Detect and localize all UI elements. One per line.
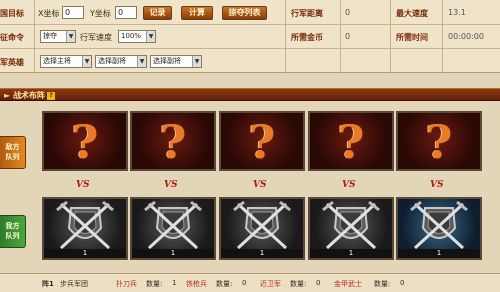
col-divider	[285, 0, 286, 73]
command-label: 征命令	[0, 33, 24, 42]
formation-label: 阵1	[42, 280, 54, 288]
enemy-slot-2[interactable]: ?	[130, 111, 216, 171]
x-coord-input[interactable]: 0	[62, 6, 84, 19]
march-form-panel: 国目标 X坐标 0 Y坐标 0 记录 计算 掠夺列表 行军距离 0 最大速度 1…	[0, 0, 500, 73]
vs-label: VS	[430, 180, 444, 190]
y-coord-input[interactable]: 0	[115, 6, 137, 19]
tactics-section-header: ► 战术布阵?	[0, 88, 500, 101]
my-slot-5[interactable]: 1	[396, 197, 482, 260]
required-time-label: 所需时间	[396, 33, 428, 42]
required-time-value: 00:00:00	[448, 32, 484, 41]
formation-name: 步兵军团	[60, 280, 88, 288]
crossed-swords-shield-icon	[310, 200, 392, 252]
march-speed-label: 行军速度	[80, 33, 112, 42]
march-distance-label: 行军距离	[291, 9, 323, 18]
chevron-down-icon: ▼	[82, 56, 91, 67]
slot-level: 1	[132, 249, 214, 258]
slot-level: 1	[221, 249, 303, 258]
question-mark-icon: ?	[425, 115, 453, 169]
unit-name: 铁枪兵	[186, 280, 207, 288]
my-slot-1[interactable]: 1	[42, 197, 128, 260]
y-coord-label: Y坐标	[90, 9, 111, 18]
enemy-tag-line1: 敌方	[5, 143, 20, 151]
main-general-select[interactable]: 选择主将 ▼	[40, 55, 92, 68]
unit-name: 扑刀兵	[116, 280, 137, 288]
unit-name: 近卫军	[260, 280, 281, 288]
formation-summary-bar: 阵1 步兵军团 扑刀兵 数量: 1 铁枪兵 数量: 0 近卫军 数量: 0 金甲…	[0, 273, 500, 292]
unit-count-label: 数量:	[216, 280, 233, 288]
enemy-slot-3[interactable]: ?	[219, 111, 305, 171]
march-speed-value: 100%	[121, 32, 142, 40]
hero-label: 军英雄	[0, 58, 24, 67]
question-mark-icon: ?	[337, 115, 365, 169]
slot-level: 1	[398, 249, 480, 258]
row-divider	[0, 48, 500, 49]
deputy-general-value: 选择副将	[98, 57, 126, 65]
march-speed-select[interactable]: 100% ▼	[118, 30, 156, 43]
enemy-slot-4[interactable]: ?	[308, 111, 394, 171]
max-speed-value: 13.1	[448, 8, 466, 17]
march-distance-value: 0	[345, 8, 351, 17]
enemy-tag-line2: 队列	[5, 153, 20, 161]
deputy-general-select-1[interactable]: 选择副将 ▼	[95, 55, 147, 68]
main-general-value: 选择主将	[43, 57, 71, 65]
col-divider	[442, 0, 443, 73]
calculate-button[interactable]: 计算	[181, 6, 213, 20]
vs-label: VS	[253, 180, 267, 190]
command-select[interactable]: 掠夺 ▼	[40, 30, 76, 43]
x-coord-label: X坐标	[38, 9, 60, 18]
record-button[interactable]: 记录	[143, 6, 172, 20]
required-gold-label: 所需金币	[291, 33, 323, 42]
col-divider	[340, 0, 341, 73]
my-tag-line2: 队列	[5, 232, 20, 240]
unit-count-label: 数量:	[146, 280, 163, 288]
deputy-general-value: 选择副将	[153, 57, 181, 65]
row-divider	[0, 24, 500, 25]
unit-count-label: 数量:	[374, 280, 391, 288]
my-tag-line1: 我方	[5, 222, 20, 230]
crossed-swords-shield-icon	[398, 200, 480, 252]
section-title: ► 战术布阵?	[4, 90, 55, 101]
unit-count: 1	[172, 279, 177, 287]
slot-level: 1	[310, 249, 392, 258]
unit-count: 0	[400, 279, 405, 287]
unit-count-label: 数量:	[290, 280, 307, 288]
crossed-swords-shield-icon	[221, 200, 303, 252]
unit-name: 金甲武士	[334, 280, 362, 288]
required-gold-value: 0	[345, 32, 351, 41]
max-speed-label: 最大速度	[396, 9, 428, 18]
col-divider	[34, 0, 35, 73]
crossed-swords-shield-icon	[132, 200, 214, 252]
target-label: 国目标	[0, 9, 24, 18]
vs-label: VS	[76, 180, 90, 190]
unit-count: 0	[242, 279, 247, 287]
vs-label: VS	[342, 180, 356, 190]
chevron-down-icon: ▼	[137, 56, 146, 67]
my-slot-4[interactable]: 1	[308, 197, 394, 260]
col-divider	[390, 0, 391, 73]
my-queue-tag: 我方 队列	[0, 215, 26, 248]
chevron-down-icon: ▼	[146, 31, 155, 42]
chevron-down-icon: ▼	[192, 56, 201, 67]
command-select-value: 掠夺	[43, 32, 57, 40]
deputy-general-select-2[interactable]: 选择副将 ▼	[150, 55, 202, 68]
section-title-text: 战术布阵	[12, 91, 45, 100]
my-slot-2[interactable]: 1	[130, 197, 216, 260]
question-mark-icon: ?	[248, 115, 276, 169]
vs-label: VS	[164, 180, 178, 190]
question-mark-icon: ?	[71, 115, 99, 169]
slot-level: 1	[44, 249, 126, 258]
help-icon[interactable]: ?	[46, 91, 55, 100]
enemy-slot-5[interactable]: ?	[396, 111, 482, 171]
enemy-queue-tag: 敌方 队列	[0, 136, 26, 169]
enemy-slot-1[interactable]: ?	[42, 111, 128, 171]
question-mark-icon: ?	[159, 115, 187, 169]
unit-count: 0	[316, 279, 321, 287]
crossed-swords-shield-icon	[44, 200, 126, 252]
plunder-list-button[interactable]: 掠夺列表	[222, 6, 267, 20]
my-slot-3[interactable]: 1	[219, 197, 305, 260]
chevron-down-icon: ▼	[66, 31, 75, 42]
